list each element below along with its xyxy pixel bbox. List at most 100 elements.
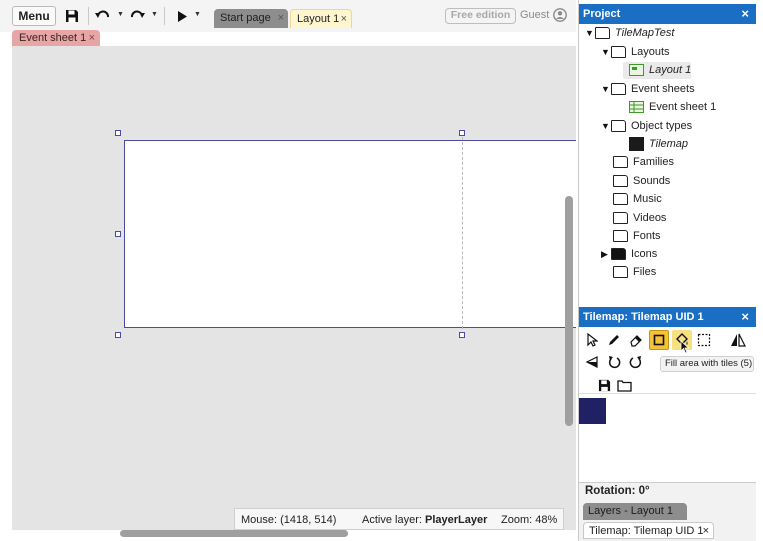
tree-item-label: Fonts <box>633 230 661 242</box>
tree-item-layouts[interactable]: ▼ Layouts <box>601 44 670 60</box>
resize-handle[interactable] <box>459 332 465 338</box>
close-icon[interactable]: × <box>341 10 347 28</box>
flip-vertical-icon[interactable] <box>583 353 601 371</box>
tree-item-label: Families <box>633 156 674 168</box>
tree-item-label: Icons <box>631 248 658 260</box>
tab-layout-1[interactable]: Layout 1 × <box>290 9 352 28</box>
rotate-clockwise-icon[interactable] <box>627 353 645 371</box>
tab-event-sheet-1[interactable]: Event sheet 1 × <box>12 30 100 47</box>
close-icon[interactable]: × <box>741 307 749 327</box>
tree-item-tilemap[interactable]: Tilemap <box>629 136 688 152</box>
tree-item-label: Sounds <box>633 175 671 187</box>
pointer-tool-icon[interactable] <box>583 331 601 349</box>
layout-icon <box>629 64 644 76</box>
tree-item-event-sheet-1[interactable]: Event sheet 1 <box>629 99 716 115</box>
tilemap-panel-header: Tilemap: Tilemap UID 1 × <box>579 307 756 327</box>
tab-start-page[interactable]: Start page × <box>214 9 288 28</box>
toolbar-divider <box>164 7 165 25</box>
tree-item-object-types[interactable]: ▼ Object types <box>601 118 692 134</box>
close-icon[interactable]: × <box>703 523 709 539</box>
undo-icon[interactable] <box>95 8 111 24</box>
resize-handle[interactable] <box>115 130 121 136</box>
tree-item-label: Layout 1 <box>649 64 692 76</box>
resize-handle[interactable] <box>459 130 465 136</box>
main-toolbar: Menu ▼ ▼ ▼ Start page × Layout 1 × Free … <box>0 0 576 32</box>
viewport-guide <box>462 137 463 329</box>
mouse-cursor-icon <box>680 340 690 357</box>
play-icon[interactable] <box>174 8 190 24</box>
user-account-icon[interactable] <box>553 8 567 22</box>
tilemap-object-icon <box>629 137 644 151</box>
tree-item-label: Music <box>633 193 662 205</box>
event-sheet-icon <box>629 101 644 113</box>
folder-icon <box>613 212 628 224</box>
redo-dropdown-icon[interactable]: ▼ <box>151 11 158 18</box>
tileset-area[interactable] <box>579 393 756 483</box>
play-dropdown-icon[interactable]: ▼ <box>194 11 201 18</box>
rotate-counterclockwise-icon[interactable] <box>605 353 623 371</box>
tree-item-event-sheets[interactable]: ▼ Event sheets <box>601 81 695 97</box>
active-layer-value: PlayerLayer <box>425 514 487 526</box>
folder-icon <box>613 175 628 187</box>
close-icon[interactable]: × <box>741 4 749 24</box>
tree-item-label: Layouts <box>631 46 670 58</box>
expand-arrow-icon[interactable]: ▼ <box>585 25 595 41</box>
layout-area[interactable] <box>124 140 576 328</box>
tree-item-music[interactable]: Music <box>613 191 662 207</box>
open-folder-icon[interactable] <box>615 376 633 394</box>
save-icon[interactable] <box>64 8 80 24</box>
project-panel-header: Project × <box>579 4 756 24</box>
layout-canvas[interactable] <box>12 46 576 537</box>
panel-title: Tilemap: Tilemap UID 1 <box>583 311 704 323</box>
tree-item-root[interactable]: ▼ TileMapTest <box>585 25 674 41</box>
collapse-arrow-icon[interactable]: ▶ <box>601 246 611 262</box>
close-icon[interactable]: × <box>89 30 95 46</box>
tab-label: Layout 1 <box>297 13 340 25</box>
redo-icon[interactable] <box>129 8 145 24</box>
tree-item-icons[interactable]: ▶ Icons <box>601 246 657 262</box>
close-icon[interactable]: × <box>278 9 284 27</box>
folder-icon <box>595 27 610 39</box>
tile-swatch[interactable] <box>579 398 606 424</box>
tree-item-label: Event sheet 1 <box>649 101 717 113</box>
tab-label: Tilemap: Tilemap UID 1 <box>589 525 704 537</box>
vertical-scrollbar[interactable] <box>565 196 573 426</box>
menu-button[interactable]: Menu <box>12 6 56 26</box>
tree-item-label: Event sheets <box>631 83 695 95</box>
zoom-level: Zoom: 48% <box>501 514 558 526</box>
pencil-tool-icon[interactable] <box>605 331 623 349</box>
tree-item-label: Files <box>633 266 657 278</box>
eraser-tool-icon[interactable] <box>627 331 645 349</box>
horizontal-scrollbar[interactable] <box>120 530 348 537</box>
tree-item-videos[interactable]: Videos <box>613 210 666 226</box>
save-tileset-icon[interactable] <box>595 376 613 394</box>
guest-label[interactable]: Guest <box>520 9 549 21</box>
tree-item-sounds[interactable]: Sounds <box>613 173 670 189</box>
tab-tilemap[interactable]: Tilemap: Tilemap UID 1 × <box>583 522 714 539</box>
expand-arrow-icon[interactable]: ▼ <box>601 44 611 60</box>
toolbar-divider <box>579 376 581 394</box>
expand-arrow-icon[interactable]: ▼ <box>601 81 611 97</box>
undo-dropdown-icon[interactable]: ▼ <box>117 11 124 18</box>
free-edition-badge[interactable]: Free edition <box>445 8 516 24</box>
selection-tool-icon[interactable] <box>695 331 713 349</box>
tree-item-layout-1[interactable]: Layout 1 <box>629 62 691 78</box>
status-bar: Mouse: (1418, 514) Active layer: PlayerL… <box>234 508 564 530</box>
folder-icon <box>611 46 626 58</box>
tree-item-label: Tilemap <box>649 138 689 150</box>
rotation-readout: Rotation: 0° <box>579 482 756 500</box>
folder-icon <box>613 266 628 278</box>
tree-item-files[interactable]: Files <box>613 264 656 280</box>
mouse-coordinates: Mouse: (1418, 514) <box>241 514 337 526</box>
resize-handle[interactable] <box>115 332 121 338</box>
tree-item-fonts[interactable]: Fonts <box>613 228 661 244</box>
rectangle-tool-icon[interactable] <box>649 330 669 350</box>
tree-item-families[interactable]: Families <box>613 154 674 170</box>
tab-label: Event sheet 1 <box>19 32 87 44</box>
flip-horizontal-icon[interactable] <box>729 331 747 349</box>
tab-layers[interactable]: Layers - Layout 1 <box>583 503 687 520</box>
bottom-tab-bar: Layers - Layout 1 Tilemap: Tilemap UID 1… <box>579 500 756 541</box>
folder-icon <box>611 83 626 95</box>
expand-arrow-icon[interactable]: ▼ <box>601 118 611 134</box>
resize-handle[interactable] <box>115 231 121 237</box>
